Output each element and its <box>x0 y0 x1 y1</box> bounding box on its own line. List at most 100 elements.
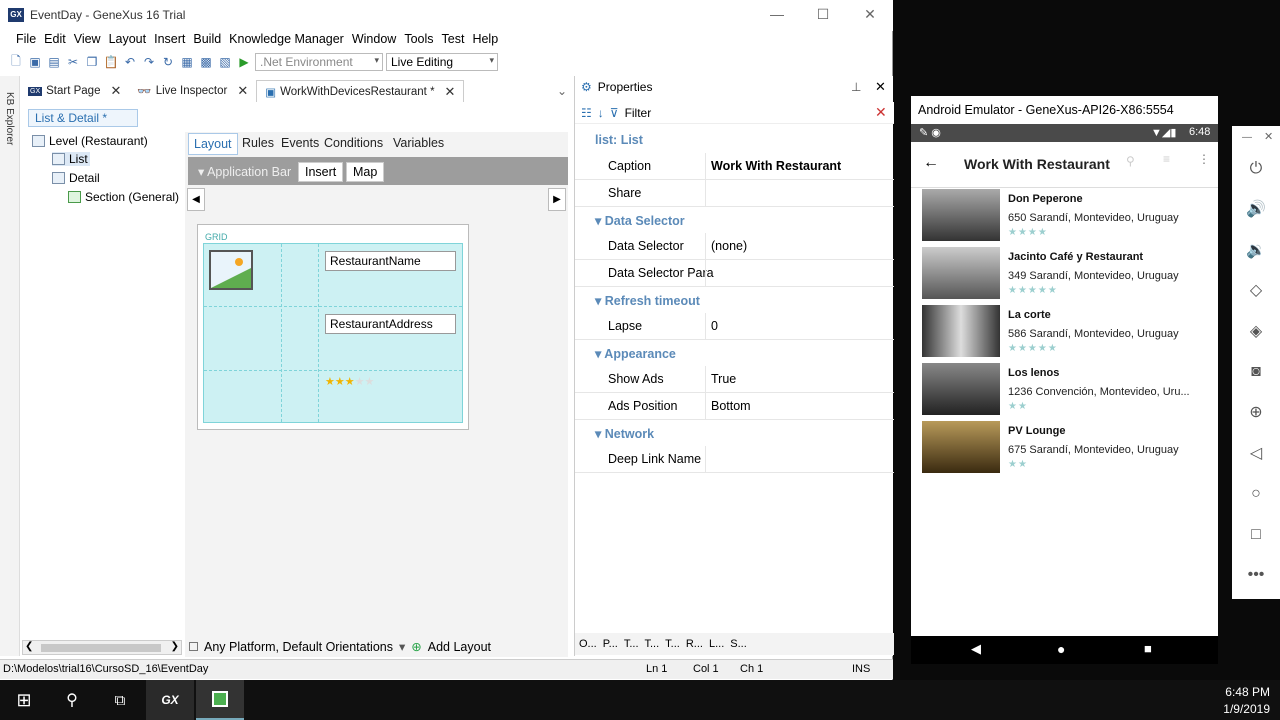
run-icon[interactable]: ▶ <box>236 54 252 70</box>
tab-events[interactable]: Events <box>276 133 324 155</box>
paste-icon[interactable]: 📋 <box>103 54 119 70</box>
menu-tools[interactable]: Tools <box>400 31 437 49</box>
map-button[interactable]: Map <box>346 162 385 182</box>
menu-knowledge-manager[interactable]: Knowledge Manager <box>225 31 348 49</box>
restaurant-name-field[interactable]: RestaurantName <box>325 251 456 271</box>
search-icon[interactable]: ⚲ <box>48 680 96 720</box>
filter-icon[interactable]: ⊽ <box>610 106 619 120</box>
prop-show-ads[interactable]: Show Ads True <box>575 366 894 393</box>
prop-lapse[interactable]: Lapse 0 <box>575 313 894 340</box>
tab-live[interactable]: L... <box>709 638 724 650</box>
prop-value[interactable]: (none) <box>711 239 747 253</box>
close-tab-icon[interactable]: ✕ <box>445 84 456 100</box>
tab-variables[interactable]: Variables <box>388 133 449 155</box>
application-bar-label[interactable]: ▾ Application Bar <box>192 162 297 182</box>
zoom-icon[interactable]: ⊕ <box>1245 401 1267 423</box>
volume-up-icon[interactable]: 🔊 <box>1245 198 1267 220</box>
tree-detail[interactable]: Detail <box>52 171 100 185</box>
close-panel-icon[interactable]: ✕ <box>875 79 886 95</box>
rebuild-icon[interactable]: ▧ <box>217 54 233 70</box>
tab-properties[interactable]: P... <box>603 638 618 650</box>
nav-left-icon[interactable]: ◀ <box>187 188 205 211</box>
tree-section-general[interactable]: Section (General) <box>68 190 179 204</box>
nav-right-icon[interactable]: ▶ <box>548 188 566 211</box>
sort-az-icon[interactable]: ↓ <box>598 106 604 120</box>
list-item[interactable]: Don Peperone 650 Sarandí, Montevideo, Ur… <box>922 189 1212 243</box>
scroll-right-icon[interactable]: ❯ <box>171 641 179 652</box>
back-arrow-icon[interactable]: ← <box>923 154 939 172</box>
close-icon[interactable]: ✕ <box>1264 130 1273 143</box>
tab-output[interactable]: O... <box>579 638 597 650</box>
home-icon[interactable]: ○ <box>1245 483 1267 505</box>
build-icon[interactable]: ▦ <box>179 54 195 70</box>
tab-conditions[interactable]: Conditions <box>319 133 388 155</box>
tab-start-page[interactable]: GX Start Page ✕ <box>20 80 129 102</box>
prop-value[interactable]: Work With Restaurant <box>711 159 841 173</box>
nav-recents-icon[interactable]: ■ <box>1144 641 1152 656</box>
close-window-icon[interactable]: ✕ <box>855 6 885 23</box>
tab-search[interactable]: S... <box>730 638 747 650</box>
mode-select[interactable]: Live Editing ▾ <box>386 53 498 71</box>
rotate-right-icon[interactable]: ◈ <box>1245 320 1267 342</box>
back-icon[interactable]: ◁ <box>1245 442 1267 464</box>
chevron-down-icon[interactable]: ⌄ <box>557 84 573 98</box>
tab-toolbox[interactable]: T... <box>624 638 639 650</box>
tab-tips[interactable]: T... <box>665 638 680 650</box>
prop-ads-position[interactable]: Ads Position Bottom <box>575 393 894 420</box>
menu-test[interactable]: Test <box>438 31 469 49</box>
chevron-down-icon[interactable]: ▾ <box>399 639 405 654</box>
menu-build[interactable]: Build <box>189 31 225 49</box>
overflow-menu-icon[interactable]: ⋮ <box>1198 152 1210 166</box>
checkbox-icon[interactable] <box>189 642 198 651</box>
search-icon[interactable]: ⚲ <box>1126 154 1135 168</box>
menu-window[interactable]: Window <box>348 31 400 49</box>
prop-share[interactable]: Share <box>575 180 894 207</box>
tab-layout[interactable]: Layout <box>188 133 238 155</box>
menu-layout[interactable]: Layout <box>105 31 151 49</box>
minimize-icon[interactable]: — <box>762 6 792 22</box>
add-layout-link[interactable]: Add Layout <box>428 640 491 654</box>
menu-view[interactable]: View <box>70 31 105 49</box>
prop-value[interactable]: Bottom <box>711 399 751 413</box>
horizontal-scrollbar[interactable]: ❮ ❯ <box>22 640 182 655</box>
cut-icon[interactable]: ✂ <box>65 54 81 70</box>
power-icon[interactable]: ⏻ <box>1245 158 1267 180</box>
section-appearance[interactable]: ▾ Appearance <box>595 346 676 361</box>
categorized-icon[interactable]: ☷ <box>581 106 592 120</box>
nav-home-icon[interactable]: ● <box>1057 641 1065 657</box>
filter-input[interactable]: Filter <box>625 106 652 120</box>
menu-edit[interactable]: Edit <box>40 31 70 49</box>
section-network[interactable]: ▾ Network <box>595 426 654 441</box>
refresh-icon[interactable]: ↻ <box>160 54 176 70</box>
minimize-icon[interactable]: — <box>1242 132 1252 143</box>
camera-icon[interactable]: ◙ <box>1245 361 1267 383</box>
redo-icon[interactable]: ↷ <box>141 54 157 70</box>
image-placeholder-icon[interactable] <box>209 250 253 290</box>
prop-value[interactable]: 0 <box>711 319 718 333</box>
menu-help[interactable]: Help <box>468 31 502 49</box>
system-clock[interactable]: 6:48 PM 1/9/2019 <box>1223 684 1270 718</box>
emulator-taskbar-icon[interactable] <box>196 680 244 720</box>
prop-data-selector[interactable]: Data Selector (none) <box>575 233 894 260</box>
list-item[interactable]: Los lenos 1236 Convención, Montevideo, U… <box>922 363 1212 417</box>
list-item[interactable]: PV Lounge 675 Sarandí, Montevideo, Urugu… <box>922 421 1212 475</box>
close-tab-icon[interactable]: ✕ <box>110 83 121 99</box>
prop-deep-link-name[interactable]: Deep Link Name <box>575 446 894 473</box>
build-all-icon[interactable]: ▩ <box>198 54 214 70</box>
overview-icon[interactable]: □ <box>1245 524 1267 546</box>
volume-down-icon[interactable]: 🔉 <box>1245 239 1267 261</box>
nav-back-icon[interactable]: ◀ <box>971 641 981 657</box>
tree-list[interactable]: List <box>52 152 90 166</box>
rating-control[interactable]: ★★★★★ <box>325 375 374 388</box>
kb-explorer-strip[interactable] <box>0 76 20 656</box>
task-view-icon[interactable]: ⧉ <box>96 680 144 720</box>
windows-start-icon[interactable]: ⊞ <box>0 680 48 720</box>
rotate-left-icon[interactable]: ◇ <box>1245 279 1267 301</box>
kb-explorer-label[interactable]: KB Explorer <box>4 92 15 145</box>
genexus-taskbar-icon[interactable]: GX <box>146 680 194 720</box>
restaurant-address-field[interactable]: RestaurantAddress <box>325 314 456 334</box>
copy-icon[interactable]: ❐ <box>84 54 100 70</box>
pin-icon[interactable]: ⊥ <box>851 80 861 94</box>
tab-rules[interactable]: Rules <box>237 133 279 155</box>
section-data-selector[interactable]: ▾ Data Selector <box>595 213 685 228</box>
